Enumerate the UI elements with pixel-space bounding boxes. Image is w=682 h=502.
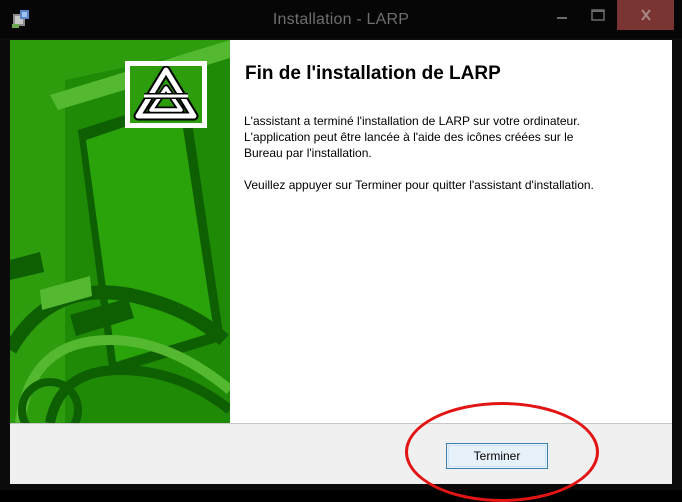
logo-frame [125,61,207,128]
finish-button-label: Terminer [448,445,546,467]
title-bar[interactable]: Installation - LARP [0,0,682,38]
close-button[interactable] [617,0,674,30]
wizard-footer: Terminer [10,423,672,484]
window-title: Installation - LARP [272,11,410,28]
maximize-icon [591,9,605,21]
finish-instruction: Veuillez appuyer sur Terminer pour quitt… [244,177,664,193]
wizard-side-image [10,40,230,423]
maximize-button[interactable] [581,0,615,30]
wizard-content: Fin de l'installation de LARP L'assistan… [10,40,672,484]
larp-logo-icon [130,65,202,123]
completion-line: Bureau par l'installation. [244,146,372,160]
completion-message: L'assistant a terminé l'installation de … [244,113,664,161]
finish-instruction-text: Veuillez appuyer sur Terminer pour quitt… [244,178,594,192]
minimize-button[interactable] [545,0,579,30]
finish-button[interactable]: Terminer [446,443,548,469]
wizard-heading: Fin de l'installation de LARP [245,63,501,84]
minimize-icon [557,17,567,19]
close-icon [640,9,651,21]
installer-window: Installation - LARP Fin de l'installatio… [0,0,682,502]
completion-line: L'application peut être lancée à l'aide … [244,130,574,144]
wizard-main: Fin de l'installation de LARP L'assistan… [230,40,672,423]
completion-line: L'assistant a terminé l'installation de … [244,114,580,128]
